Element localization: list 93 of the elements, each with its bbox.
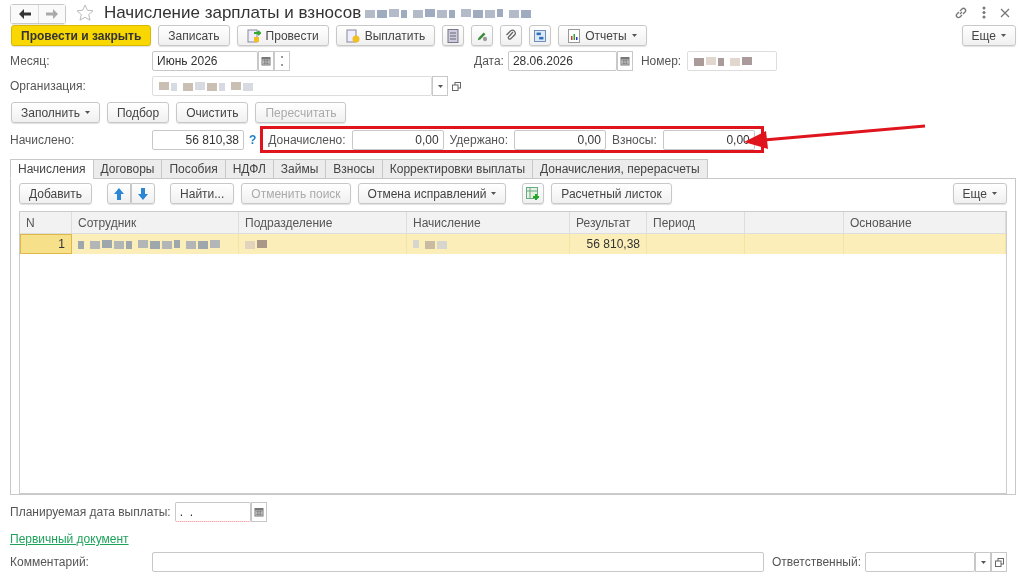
spinner-icon[interactable]	[274, 51, 290, 71]
pay-button[interactable]: Выплатить	[335, 25, 436, 46]
table-action-button[interactable]: Отмена исправлений	[357, 183, 507, 204]
open-button[interactable]	[991, 552, 1008, 572]
responsible-field[interactable]	[865, 552, 976, 572]
back-button[interactable]	[11, 4, 38, 23]
number-label: Номер:	[640, 54, 682, 68]
payment-date-field[interactable]: . .	[174, 502, 251, 522]
payment-date-label: Планируемая дата выплаты:	[10, 505, 171, 519]
column-header[interactable]: Подразделение	[239, 212, 407, 234]
report-chart-icon	[568, 28, 581, 43]
move-down-button[interactable]	[131, 183, 156, 204]
month-label: Месяц:	[10, 54, 51, 68]
copy-icon	[994, 557, 1004, 567]
tab[interactable]: Начисления	[10, 159, 93, 179]
move-up-button[interactable]	[107, 183, 132, 204]
organization-field[interactable]	[152, 76, 432, 96]
total-field[interactable]: 0,00	[513, 129, 606, 150]
caret-icon	[437, 84, 443, 88]
save-button[interactable]: Записать	[158, 25, 230, 46]
number-field[interactable]	[687, 51, 778, 71]
tab[interactable]: Пособия	[161, 159, 225, 179]
table-cell: 1	[20, 234, 72, 254]
responsible-label: Ответственный:	[772, 555, 862, 569]
table-action-button[interactable]: Найти...	[170, 183, 235, 204]
structure-button[interactable]	[529, 25, 552, 46]
caret-icon	[1001, 34, 1006, 37]
accrued-field[interactable]: 56 810,38	[152, 129, 244, 150]
calendar-button[interactable]	[258, 51, 274, 71]
date-field[interactable]: 28.06.2026	[507, 51, 617, 71]
total-label: Взносы:	[611, 132, 657, 147]
post-and-close-button[interactable]: Провести и закрыть	[11, 25, 152, 46]
column-header[interactable]: Основание	[844, 212, 1006, 234]
edit-button[interactable]	[471, 25, 494, 46]
calendar-icon	[261, 56, 271, 66]
tab[interactable]: Займы	[272, 159, 326, 179]
column-header[interactable]: N	[20, 212, 72, 234]
total-label: Удержано:	[449, 132, 508, 147]
link-icon[interactable]	[954, 5, 968, 20]
table-action-button[interactable]: Добавить	[19, 183, 93, 204]
caret-icon	[992, 192, 997, 195]
arrow-right-icon	[46, 8, 58, 19]
column-header[interactable]: Сотрудник	[72, 212, 239, 234]
action-button[interactable]: Подбор	[106, 102, 170, 123]
calendar-icon	[253, 507, 264, 517]
dropdown-button[interactable]	[432, 76, 448, 96]
add-row-icon	[526, 186, 541, 201]
arrow-left-icon	[18, 8, 31, 19]
document-coin-icon	[345, 28, 360, 43]
more-button[interactable]: Еще	[952, 183, 1007, 204]
close-icon[interactable]	[1000, 7, 1010, 18]
tab[interactable]: Доначисления, перерасчеты	[532, 159, 708, 179]
arrow-down-icon	[138, 187, 149, 200]
copy-icon	[451, 81, 461, 91]
attach-button[interactable]	[500, 25, 523, 46]
structure-icon	[534, 28, 547, 43]
list-button[interactable]	[442, 25, 465, 46]
more-button[interactable]: Еще	[961, 25, 1016, 46]
caret-icon	[491, 192, 497, 195]
tab[interactable]: Договоры	[92, 159, 162, 179]
table-action-button[interactable]: Расчетный листок	[551, 183, 672, 204]
caret-icon	[980, 560, 986, 564]
window-title: Начисление зарплаты и взносов	[104, 2, 362, 23]
help-link[interactable]: ?	[249, 132, 257, 147]
column-header[interactable]: Результат	[570, 212, 647, 234]
tab[interactable]: Взносы	[325, 159, 382, 179]
tab[interactable]: НДФЛ	[224, 159, 273, 179]
add-row-button[interactable]	[522, 183, 545, 204]
comment-label: Комментарий:	[10, 555, 90, 569]
accrued-label: Начислено:	[10, 132, 76, 147]
month-field[interactable]: Июнь 2026	[152, 51, 258, 71]
column-header[interactable]: Начисление	[407, 212, 570, 234]
organization-label: Организация:	[10, 79, 87, 93]
comment-field[interactable]	[152, 552, 764, 572]
document-post-icon	[246, 28, 261, 43]
column-header[interactable]: Период	[647, 212, 745, 234]
reports-button[interactable]: Отчеты	[558, 25, 647, 46]
action-button[interactable]: Заполнить	[11, 102, 100, 123]
total-field[interactable]: 0,00	[351, 129, 444, 150]
table-cell: 56 810,38	[570, 234, 647, 254]
tab[interactable]: Корректировки выплаты	[381, 159, 533, 179]
caret-icon	[631, 34, 637, 37]
dropdown-button[interactable]	[975, 552, 992, 572]
paperclip-icon	[505, 28, 518, 43]
date-label: Дата:	[474, 54, 504, 68]
list-icon	[447, 28, 460, 43]
post-button[interactable]: Провести	[236, 25, 329, 46]
star-icon[interactable]	[76, 3, 94, 22]
calendar-icon	[619, 56, 630, 66]
total-label: Доначислено:	[268, 132, 346, 147]
more-icon[interactable]	[982, 6, 986, 19]
action-button[interactable]: Очистить	[176, 102, 249, 123]
arrow-up-icon	[114, 187, 125, 200]
